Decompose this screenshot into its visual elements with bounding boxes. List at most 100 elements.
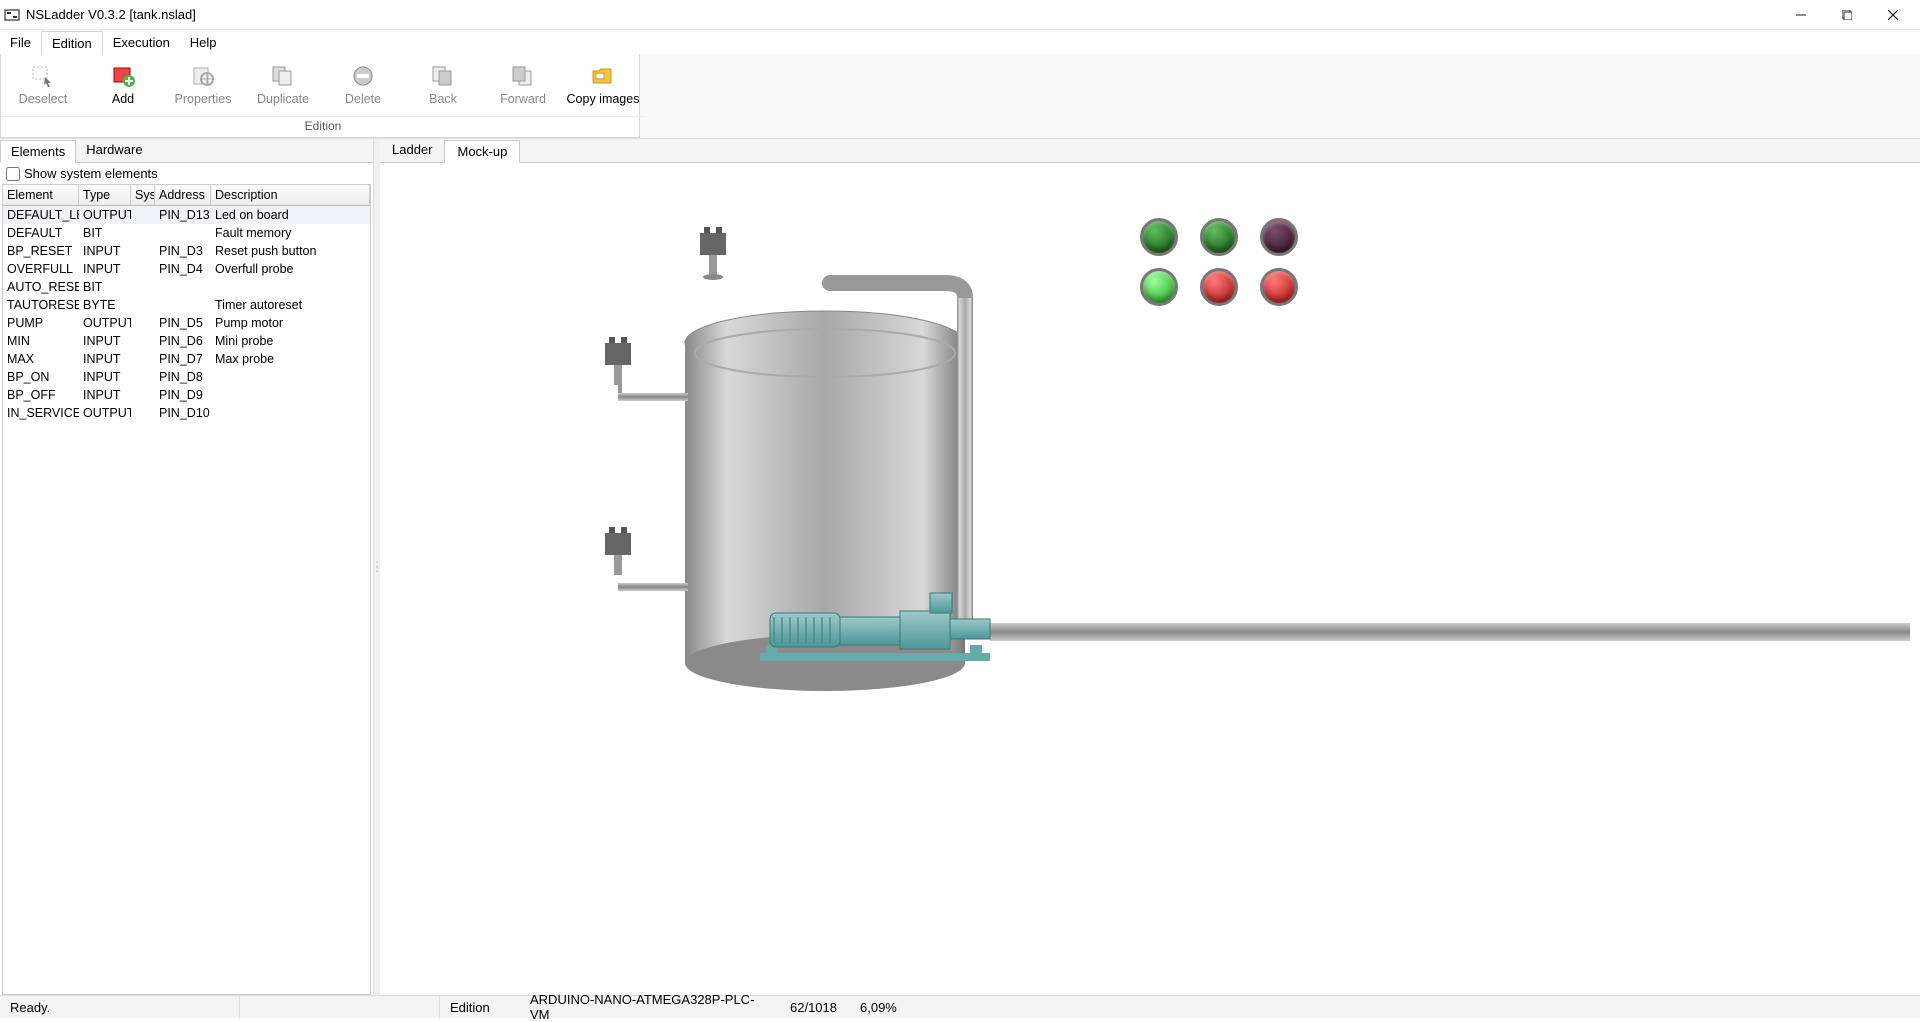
- cell-sys: [131, 260, 155, 278]
- menu-execution[interactable]: Execution: [103, 30, 180, 54]
- cell-sys: [131, 206, 155, 224]
- table-row[interactable]: OVERFULLINPUTPIN_D4Overfull probe: [3, 260, 370, 278]
- cell-sys: [131, 386, 155, 404]
- table-row[interactable]: MININPUTPIN_D6Mini probe: [3, 332, 370, 350]
- cell-element: BP_OFF: [3, 386, 79, 404]
- tab-elements[interactable]: Elements: [0, 140, 76, 163]
- cell-address: PIN_D9: [155, 386, 211, 404]
- cell-address: PIN_D8: [155, 368, 211, 386]
- cell-type: INPUT: [79, 332, 131, 350]
- forward-button[interactable]: Forward: [483, 58, 563, 112]
- maximize-button[interactable]: [1824, 0, 1870, 30]
- table-row[interactable]: BP_ONINPUTPIN_D8: [3, 368, 370, 386]
- cell-type: OUTPUT: [79, 404, 131, 422]
- cell-sys: [131, 332, 155, 350]
- tab-ladder[interactable]: Ladder: [380, 139, 444, 162]
- col-element[interactable]: Element: [3, 185, 79, 205]
- cell-type: OUTPUT: [79, 314, 131, 332]
- right-panel: Ladder Mock-up: [380, 139, 1920, 995]
- cell-address: PIN_D4: [155, 260, 211, 278]
- add-icon: [109, 64, 137, 88]
- add-button[interactable]: Add: [83, 58, 163, 112]
- table-row[interactable]: DEFAULTBITFault memory: [3, 224, 370, 242]
- properties-icon: [189, 64, 217, 88]
- back-button[interactable]: Back: [403, 58, 483, 112]
- col-address[interactable]: Address: [155, 185, 211, 205]
- cell-element: MIN: [3, 332, 79, 350]
- right-tabs: Ladder Mock-up: [380, 139, 1920, 163]
- table-row[interactable]: MAXINPUTPIN_D7Max probe: [3, 350, 370, 368]
- app-icon: [4, 7, 20, 23]
- col-type[interactable]: Type: [79, 185, 131, 205]
- mockup-canvas[interactable]: [380, 163, 1920, 995]
- cell-description: [211, 404, 370, 422]
- cell-element: IN_SERVICE: [3, 404, 79, 422]
- deselect-button[interactable]: Deselect: [3, 58, 83, 112]
- table-row[interactable]: BP_OFFINPUTPIN_D9: [3, 386, 370, 404]
- col-description[interactable]: Description: [211, 185, 370, 205]
- table-row[interactable]: TAUTORESETBYTETimer autoreset: [3, 296, 370, 314]
- minimize-button[interactable]: [1778, 0, 1824, 30]
- cell-element: TAUTORESET: [3, 296, 79, 314]
- cell-description: Pump motor: [211, 314, 370, 332]
- cell-sys: [131, 404, 155, 422]
- cell-sys: [131, 224, 155, 242]
- table-row[interactable]: BP_RESETINPUTPIN_D3Reset push button: [3, 242, 370, 260]
- cell-type: INPUT: [79, 350, 131, 368]
- cell-type: BIT: [79, 224, 131, 242]
- properties-button[interactable]: Properties: [163, 58, 243, 112]
- cell-type: INPUT: [79, 260, 131, 278]
- elements-table[interactable]: Element Type Sys Address Description DEF…: [2, 184, 371, 995]
- duplicate-icon: [269, 64, 297, 88]
- cell-sys: [131, 278, 155, 296]
- status-device: ARDUINO-NANO-ATMEGA328P-PLC-VM: [520, 996, 780, 1018]
- close-button[interactable]: [1870, 0, 1916, 30]
- cell-address: [155, 296, 211, 314]
- table-row[interactable]: PUMPOUTPUT PIN_D5Pump motor: [3, 314, 370, 332]
- tab-hardware[interactable]: Hardware: [76, 139, 152, 162]
- cell-sys: [131, 368, 155, 386]
- table-row[interactable]: IN_SERVICEOUTPUTPIN_D10: [3, 404, 370, 422]
- indicator-light-2[interactable]: [1200, 218, 1238, 256]
- show-system-label: Show system elements: [24, 166, 158, 181]
- indicator-light-5[interactable]: [1200, 268, 1238, 306]
- cell-address: PIN_D5: [155, 314, 211, 332]
- cell-element: DEFAULT: [3, 224, 79, 242]
- menu-help[interactable]: Help: [180, 30, 227, 54]
- indicator-light-6[interactable]: [1260, 268, 1298, 306]
- table-row[interactable]: DEFAULT_LEDOUTPUT PIN_D13Led on board: [3, 206, 370, 224]
- cell-type: OUTPUT: [79, 206, 131, 224]
- cell-element: DEFAULT_LED: [3, 206, 79, 224]
- cell-address: [155, 278, 211, 296]
- delete-button[interactable]: Delete: [323, 58, 403, 112]
- menu-edition[interactable]: Edition: [41, 31, 103, 55]
- cell-type: BYTE: [79, 296, 131, 314]
- menu-file[interactable]: File: [0, 30, 41, 54]
- titlebar: NSLadder V0.3.2 [tank.nslad]: [0, 0, 1920, 30]
- show-system-checkbox[interactable]: [6, 167, 20, 181]
- indicator-light-3[interactable]: [1260, 218, 1298, 256]
- ribbon: Deselect Add Properties Duplicate Delete: [0, 54, 1920, 139]
- cell-description: [211, 278, 370, 296]
- window-title: NSLadder V0.3.2 [tank.nslad]: [26, 7, 196, 22]
- send-back-icon: [429, 64, 457, 88]
- copy-images-button[interactable]: Copy images: [563, 58, 643, 112]
- cell-description: Led on board: [211, 206, 370, 224]
- cell-address: [155, 224, 211, 242]
- left-tabs: Elements Hardware: [0, 139, 373, 163]
- status-ratio: 62/1018: [780, 996, 850, 1018]
- tab-mockup[interactable]: Mock-up: [444, 140, 520, 163]
- status-mode: Edition: [440, 996, 520, 1018]
- duplicate-button[interactable]: Duplicate: [243, 58, 323, 112]
- cell-element: OVERFULL: [3, 260, 79, 278]
- indicator-light-4[interactable]: [1140, 268, 1178, 306]
- cell-element: PUMP: [3, 314, 79, 332]
- delete-icon: [349, 64, 377, 88]
- cell-type: INPUT: [79, 368, 131, 386]
- cell-address: PIN_D3: [155, 242, 211, 260]
- col-sys[interactable]: Sys: [131, 185, 155, 205]
- indicator-light-1[interactable]: [1140, 218, 1178, 256]
- table-header: Element Type Sys Address Description: [3, 185, 370, 206]
- cell-address: PIN_D13: [155, 206, 211, 224]
- table-row[interactable]: AUTO_RESETBIT: [3, 278, 370, 296]
